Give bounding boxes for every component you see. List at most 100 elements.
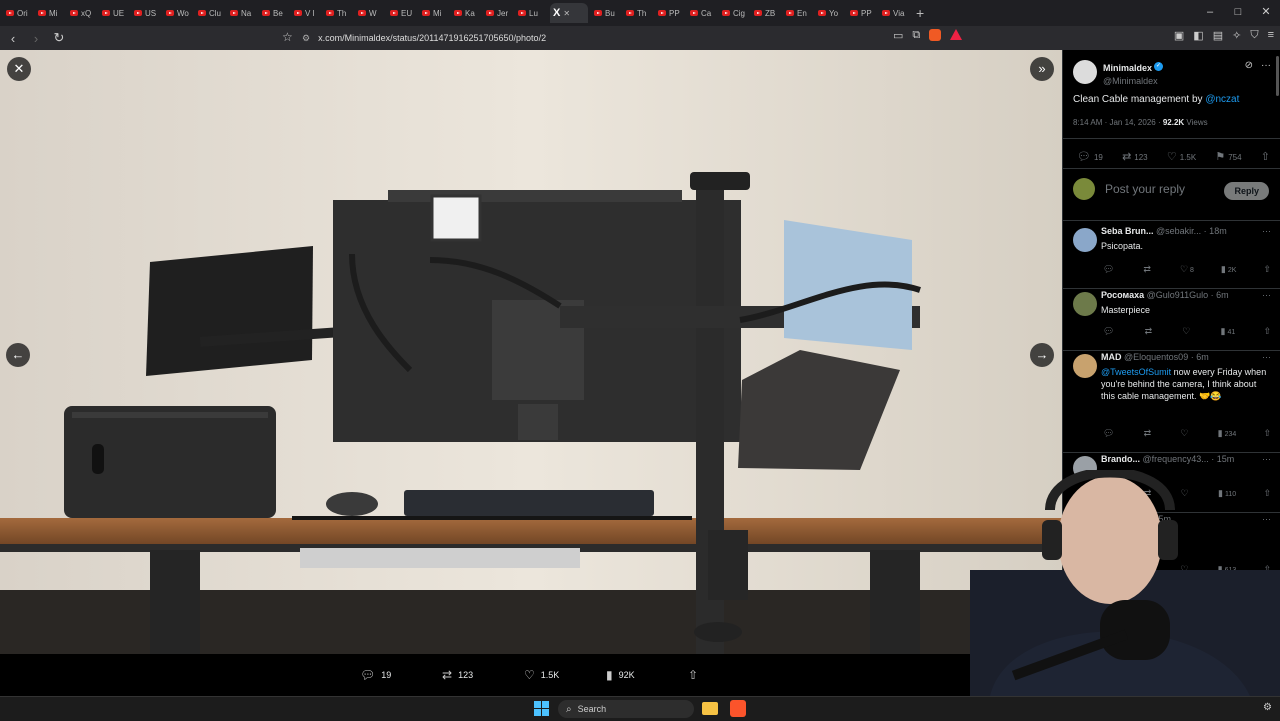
browser-tab[interactable]: Th xyxy=(626,3,652,23)
browser-tab[interactable]: Be xyxy=(262,3,288,23)
site-info-icon[interactable]: ⚙ xyxy=(302,33,310,44)
bookmark-icon[interactable]: ☆ xyxy=(282,30,293,44)
views-button[interactable]: ▮ 41 xyxy=(1221,326,1236,337)
views-action[interactable]: ▮ 92K xyxy=(606,668,635,682)
reply-author-name[interactable]: MAD xyxy=(1101,352,1122,362)
like-button[interactable]: ♡ xyxy=(1180,428,1190,439)
browser-tab[interactable]: PP xyxy=(850,3,876,23)
reply-avatar[interactable] xyxy=(1073,228,1097,252)
next-photo-button[interactable]: → xyxy=(1030,343,1054,367)
browser-tab[interactable]: PP xyxy=(658,3,684,23)
more-options-icon[interactable]: ··· xyxy=(1262,226,1271,236)
author-avatar[interactable] xyxy=(1073,60,1097,84)
sidebar-icon[interactable]: ▣ xyxy=(1174,29,1184,42)
share-action[interactable]: ⇧ xyxy=(688,668,698,682)
back-icon[interactable]: ‹ xyxy=(3,31,23,46)
new-tab-button[interactable]: + xyxy=(916,5,924,21)
reply-input[interactable]: Post your reply xyxy=(1105,182,1185,196)
tweet-timestamp[interactable]: 8:14 AM · Jan 14, 2026 · xyxy=(1073,118,1163,127)
browser-tab[interactable]: Na xyxy=(230,3,256,23)
close-window-button[interactable]: ✕ xyxy=(1252,0,1280,26)
author-handle[interactable]: @Minimaldex xyxy=(1103,76,1163,86)
repost-action[interactable]: ⇄ 123 xyxy=(442,668,473,682)
minimize-button[interactable]: – xyxy=(1196,0,1224,26)
vpn-icon[interactable]: ⛉ xyxy=(1250,29,1258,42)
reply-author-name[interactable]: Росомаха xyxy=(1101,290,1144,300)
browser-tab[interactable]: Ori xyxy=(6,3,32,23)
browser-tab[interactable]: Ca xyxy=(690,3,716,23)
share-icon[interactable]: ⧉ xyxy=(912,29,920,42)
reply-action[interactable]: 💬︎ 19 xyxy=(360,668,391,682)
like-button[interactable]: ♡ xyxy=(1182,326,1192,337)
address-bar[interactable]: ⚙ x.com/Minimaldex/status/20114719162517… xyxy=(302,29,962,47)
browser-tab[interactable]: X ✕ xyxy=(550,3,588,23)
reply-button[interactable]: 💬︎ xyxy=(1103,264,1116,275)
file-explorer-icon[interactable] xyxy=(702,702,718,715)
reply-button[interactable]: 💬︎ xyxy=(1103,326,1116,337)
share-button[interactable]: ⇧ xyxy=(1263,326,1273,337)
share-button[interactable]: ⇧ xyxy=(1261,150,1273,163)
brave-rewards-icon[interactable] xyxy=(950,29,963,40)
browser-tab[interactable]: V I xyxy=(294,3,320,23)
repost-button[interactable]: ⇄ xyxy=(1144,428,1154,439)
taskbar-search[interactable]: ⌕ Search xyxy=(558,700,694,718)
menu-icon[interactable]: ≡ xyxy=(1268,29,1274,42)
reload-icon[interactable]: ↻ xyxy=(49,30,69,46)
browser-tab[interactable]: Via xyxy=(882,3,908,23)
more-options-icon[interactable]: ··· xyxy=(1262,454,1271,464)
like-button[interactable]: ♡ 1.5K xyxy=(1167,150,1196,163)
more-options-icon[interactable]: ··· xyxy=(1262,352,1271,362)
system-tray-icon[interactable]: ⚙ xyxy=(1263,702,1272,713)
close-viewer-button[interactable]: ✕ xyxy=(7,57,31,81)
media-viewer[interactable]: ✕ » ← → xyxy=(0,50,1062,654)
bookmark-button[interactable]: ⚑ 754 xyxy=(1215,150,1241,163)
split-view-icon[interactable]: ◧ xyxy=(1193,29,1203,42)
reply-author-handle[interactable]: @Eloquentos09 · 6m xyxy=(1124,352,1209,362)
repost-button[interactable]: ⇄ 123 xyxy=(1122,150,1148,163)
wallet-icon[interactable]: ▤ xyxy=(1213,29,1223,42)
like-button[interactable]: ♡ 8 xyxy=(1180,264,1194,275)
reply-avatar[interactable] xyxy=(1073,354,1097,378)
browser-tab[interactable]: Ka xyxy=(454,3,480,23)
previous-photo-button[interactable]: ← xyxy=(6,343,30,367)
browser-tab[interactable]: EU xyxy=(390,3,416,23)
views-button[interactable]: ▮ 234 xyxy=(1218,428,1237,439)
browser-tab[interactable]: Mi xyxy=(422,3,448,23)
reply-author-handle[interactable]: @sebakir... · 18m xyxy=(1156,226,1227,236)
brave-shield-icon[interactable] xyxy=(929,29,942,41)
browser-tab[interactable]: Jer xyxy=(486,3,512,23)
browser-tab[interactable]: Bu xyxy=(594,3,620,23)
browser-tab[interactable]: Mi xyxy=(38,3,64,23)
maximize-button[interactable]: □ xyxy=(1224,0,1252,26)
leo-ai-icon[interactable]: ✧ xyxy=(1232,29,1241,42)
cast-icon[interactable]: ▭ xyxy=(893,29,903,42)
browser-tab[interactable]: En xyxy=(786,3,812,23)
reply-button[interactable]: 💬︎ 19 xyxy=(1077,150,1103,163)
browser-tab[interactable]: Clu xyxy=(198,3,224,23)
author-name[interactable]: Minimaldex xyxy=(1103,63,1152,73)
browser-tab[interactable]: ZB xyxy=(754,3,780,23)
reply-author-name[interactable]: Brando... xyxy=(1101,454,1140,464)
repost-button[interactable]: ⇄ xyxy=(1145,326,1155,337)
browser-tab[interactable]: Lu xyxy=(518,3,544,23)
like-action[interactable]: ♡ 1.5K xyxy=(524,668,559,682)
more-options-icon[interactable]: ··· xyxy=(1262,290,1271,300)
tweet-mention[interactable]: @nczat xyxy=(1205,94,1239,105)
reply-author-handle[interactable]: @frequency43... · 15m xyxy=(1143,454,1235,464)
reply-button[interactable]: 💬︎ xyxy=(1103,428,1116,439)
panel-scrollbar[interactable] xyxy=(1276,56,1279,96)
browser-tab[interactable]: xQ xyxy=(70,3,96,23)
browser-tab[interactable]: UE xyxy=(102,3,128,23)
views-button[interactable]: ▮ 2K xyxy=(1221,264,1237,275)
share-button[interactable]: ⇧ xyxy=(1263,264,1273,275)
browser-tab[interactable]: Cig xyxy=(722,3,748,23)
toggle-panel-button[interactable]: » xyxy=(1030,57,1054,81)
start-button[interactable] xyxy=(534,701,549,716)
share-button[interactable]: ⇧ xyxy=(1263,428,1273,439)
browser-tab[interactable]: US xyxy=(134,3,160,23)
browser-tab[interactable]: Wo xyxy=(166,3,192,23)
reply-submit-button[interactable]: Reply xyxy=(1224,182,1269,200)
reply-author-handle[interactable]: @Gulo911Gulo · 6m xyxy=(1147,290,1229,300)
brave-browser-icon[interactable] xyxy=(730,700,746,717)
browser-tab[interactable]: Th xyxy=(326,3,352,23)
